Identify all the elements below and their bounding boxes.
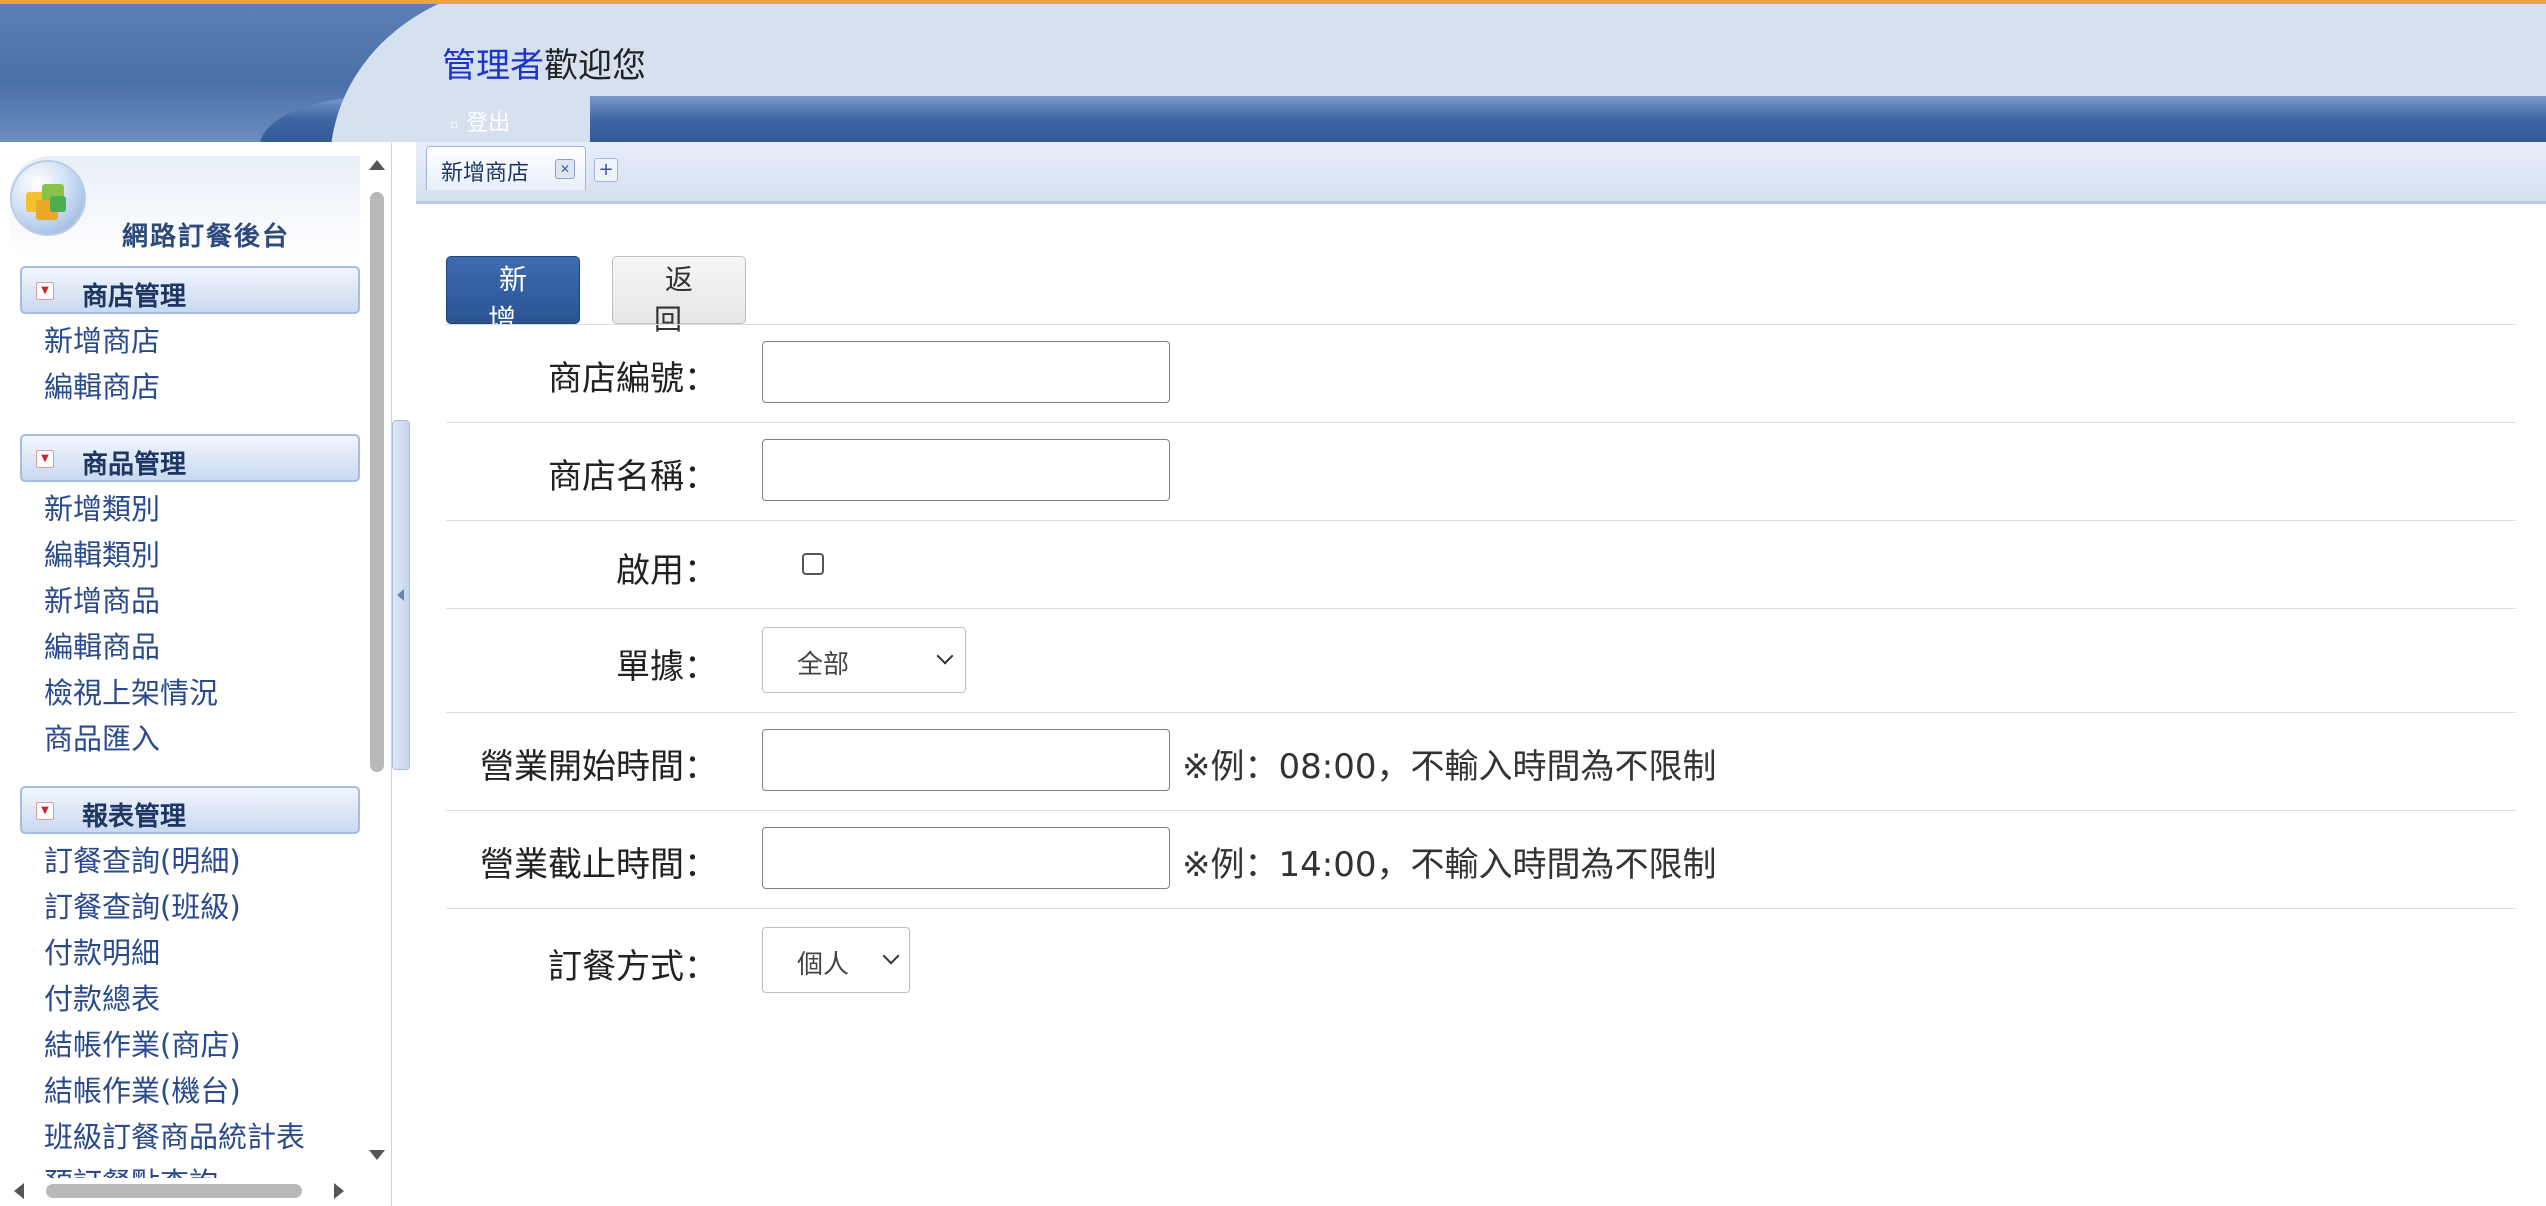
group-product-management[interactable]: ▼ 商品管理: [20, 434, 360, 482]
logout-link[interactable]: ▫ 登出: [450, 105, 510, 137]
sidebar-item-order-query-class[interactable]: 訂餐查詢(班級): [44, 884, 241, 926]
sidebar-item-add-store[interactable]: 新增商店: [44, 318, 160, 360]
welcome-message: 管理者歡迎您: [442, 38, 646, 87]
sidebar-title: 網路訂餐後台: [122, 222, 291, 252]
store-id-label: 商店編號：: [548, 359, 718, 399]
order-mode-select-value: 個人: [797, 950, 850, 980]
form-row-document: 單據： 全部: [446, 608, 2516, 713]
chevron-down-icon: [936, 647, 954, 665]
tab-add-store[interactable]: 新增商店 ✕: [426, 146, 586, 190]
open-time-label: 營業開始時間：: [480, 747, 718, 787]
order-mode-label: 訂餐方式：: [548, 947, 718, 987]
store-id-input[interactable]: [762, 341, 1170, 403]
bullet-icon: ▫: [450, 117, 459, 131]
close-time-input[interactable]: [762, 827, 1170, 889]
form-row-store-name: 商店名稱：: [446, 422, 2516, 521]
sidebar-item-import-products[interactable]: 商品匯入: [44, 716, 160, 758]
close-time-hint: ※例：14:00，不輸入時間為不限制: [1182, 845, 1717, 885]
sidebar-item-checkout-machine[interactable]: 結帳作業(機台): [44, 1068, 241, 1110]
back-button[interactable]: 返回: [612, 256, 746, 336]
sidebar-vertical-scrollbar[interactable]: [366, 150, 388, 1160]
tab-label: 新增商店: [441, 161, 530, 186]
sidebar-item-order-query-detail[interactable]: 訂餐查詢(明細): [44, 838, 241, 880]
group-report-management[interactable]: ▼ 報表管理: [20, 786, 360, 834]
user-role: 管理者: [442, 46, 544, 86]
scrollbar-thumb[interactable]: [46, 1184, 302, 1198]
add-button[interactable]: 新增: [446, 256, 580, 336]
cubes-icon: [12, 162, 84, 234]
sidebar-collapse-splitter[interactable]: [392, 420, 410, 770]
sidebar-item-edit-store[interactable]: 編輯商店: [44, 364, 160, 406]
sidebar-horizontal-scrollbar[interactable]: [0, 1178, 392, 1204]
document-select-value: 全部: [797, 650, 850, 680]
close-icon[interactable]: ✕: [555, 159, 575, 179]
form-row-open-time: 營業開始時間： ※例：08:00，不輸入時間為不限制: [446, 712, 2516, 811]
enabled-label: 啟用：: [616, 551, 718, 591]
collapse-icon: ▼: [36, 802, 54, 820]
add-tab-button[interactable]: +: [594, 158, 618, 182]
sidebar: 網路訂餐後台 ▼ 商店管理 新增商店 編輯商店 ▼ 商品管理 新增類別 編輯類別…: [0, 142, 392, 1206]
collapse-left-icon: [397, 589, 404, 601]
group-store-management[interactable]: ▼ 商店管理: [20, 266, 360, 314]
close-time-label: 營業截止時間：: [480, 845, 718, 885]
collapse-icon: ▼: [36, 450, 54, 468]
form-row-store-id: 商店編號：: [446, 324, 2516, 423]
form-row-close-time: 營業截止時間： ※例：14:00，不輸入時間為不限制: [446, 810, 2516, 909]
sidebar-item-preorder-query[interactable]: 預訂餐點查詢: [44, 1160, 218, 1178]
store-name-input[interactable]: [762, 439, 1170, 501]
document-label: 單據：: [616, 647, 718, 687]
group-label: 商店管理: [82, 282, 187, 312]
sidebar-item-class-order-stats[interactable]: 班級訂餐商品統計表: [44, 1114, 305, 1156]
document-select[interactable]: 全部: [762, 627, 966, 693]
store-name-label: 商店名稱：: [548, 457, 718, 497]
sidebar-item-payment-detail[interactable]: 付款明細: [44, 930, 160, 972]
enabled-checkbox[interactable]: [802, 553, 824, 575]
sidebar-item-add-product[interactable]: 新增商品: [44, 578, 160, 620]
scroll-left-icon[interactable]: [14, 1183, 24, 1199]
group-label: 報表管理: [82, 802, 187, 832]
collapse-icon: ▼: [36, 282, 54, 300]
sidebar-item-view-listing[interactable]: 檢視上架情況: [44, 670, 218, 712]
sidebar-item-add-category[interactable]: 新增類別: [44, 486, 160, 528]
header-bar: [355, 96, 2546, 142]
logout-label: 登出: [466, 111, 511, 136]
open-time-input[interactable]: [762, 729, 1170, 791]
open-time-hint: ※例：08:00，不輸入時間為不限制: [1182, 747, 1717, 787]
sidebar-item-checkout-store[interactable]: 結帳作業(商店): [44, 1022, 241, 1064]
group-label: 商品管理: [82, 450, 187, 480]
order-mode-select[interactable]: 個人: [762, 927, 910, 993]
sidebar-item-payment-summary[interactable]: 付款總表: [44, 976, 160, 1018]
scrollbar-thumb[interactable]: [370, 192, 384, 772]
form-row-enabled: 啟用：: [446, 520, 2516, 609]
main-content: 新增 返回 商店編號： 商店名稱： 啟用： 單據： 全部 營業開始時間： ※例：…: [416, 204, 2546, 1206]
scroll-right-icon[interactable]: [334, 1183, 344, 1199]
chevron-down-icon: [882, 947, 900, 965]
sidebar-item-edit-product[interactable]: 編輯商品: [44, 624, 160, 666]
form-row-order-mode: 訂餐方式： 個人: [446, 908, 2516, 1013]
scroll-up-icon[interactable]: [369, 160, 385, 170]
tab-strip: 新增商店 ✕ +: [416, 142, 2546, 204]
welcome-text: 歡迎您: [544, 46, 646, 86]
sidebar-item-edit-category[interactable]: 編輯類別: [44, 532, 160, 574]
scroll-down-icon[interactable]: [369, 1150, 385, 1160]
app-header: 管理者歡迎您 ▫ 登出: [0, 0, 2546, 142]
